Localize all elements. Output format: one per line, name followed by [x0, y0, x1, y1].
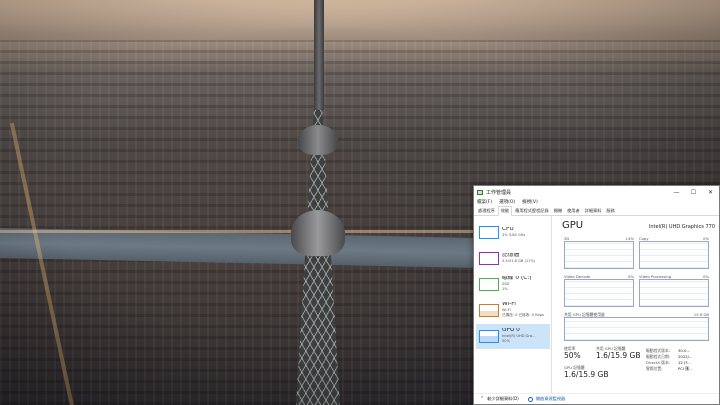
menu-view[interactable]: 檢視(V) [522, 199, 538, 205]
directx-version-value: 12 (F... [678, 360, 691, 365]
tab-startup[interactable]: 開機 [552, 207, 564, 215]
menu-bar: 檔案(F) 選項(O) 檢視(V) [474, 198, 719, 206]
tab-app-history[interactable]: 應用程式歷程記錄 [513, 207, 551, 215]
resource-monitor-icon [527, 396, 533, 402]
sidebar-item-detail: 5.5/31.8 GB (17%) [502, 258, 536, 263]
tab-details[interactable]: 詳細資料 [583, 207, 604, 215]
sidebar-item-detail-2: 已傳送: 0 已接收: 0 Kbps [502, 313, 544, 318]
close-button[interactable]: ✕ [702, 186, 719, 198]
title-bar[interactable]: 工作管理員 — ☐ ✕ [474, 186, 719, 198]
engine-video-decode-graph[interactable] [564, 279, 634, 307]
engine-3d-graph[interactable] [564, 241, 634, 269]
chevron-up-icon[interactable]: ⌃ [480, 396, 484, 402]
minimize-button[interactable]: — [668, 186, 685, 198]
gpu-model-name: Intel(R) UHD Graphics 770 [648, 224, 715, 230]
utilization-value: 50% [564, 351, 581, 360]
sidebar-item-detail-2: 1% [502, 287, 508, 292]
task-manager-icon [477, 189, 483, 195]
menu-file[interactable]: 檔案(F) [477, 199, 492, 205]
wifi-thumbnail-graph [479, 304, 499, 317]
sidebar-item-gpu0[interactable]: GPU 0 Intel(R) UHD Gra... 50% [476, 324, 550, 349]
driver-date-value: 2022/... [678, 354, 693, 359]
open-resource-monitor-link[interactable]: 開啟資源監視器 [536, 396, 565, 402]
tab-performance[interactable]: 效能 [497, 206, 513, 216]
shared-memory-value: 1.6/15.9 GB [596, 351, 641, 360]
driver-version-value: 30.0... [678, 348, 691, 353]
menu-options[interactable]: 選項(O) [499, 199, 515, 205]
gpu-thumbnail-graph [479, 330, 499, 343]
engine-video-processing-graph[interactable] [639, 279, 709, 307]
tab-processes[interactable]: 處理程序 [476, 207, 497, 215]
sidebar-item-wifi[interactable]: Wi-Fi Wi-Fi 已傳送: 0 已接收: 0 Kbps [476, 298, 550, 323]
tab-bar: 處理程序 效能 應用程式歷程記錄 開機 使用者 詳細資料 服務 [474, 206, 719, 216]
sidebar-item-cpu[interactable]: CPU 3% 3.84 GHz [476, 220, 550, 245]
physical-location-value: PCI 匯... [678, 366, 693, 371]
gpu-detail-panel: GPU Intel(R) UHD Graphics 770 3D 14% Cop… [558, 216, 718, 394]
window-title: 工作管理員 [486, 189, 512, 196]
footer-bar: ⌃ 較少詳細資料(D) 開啟資源監視器 [474, 393, 719, 404]
sidebar-item-detail: 3% 3.84 GHz [502, 232, 526, 237]
physical-location-key: 實際位置: [646, 366, 663, 371]
resource-sidebar: CPU 3% 3.84 GHz 記憶體 5.5/31.8 GB (17%) 磁碟… [474, 216, 552, 394]
disk-thumbnail-graph [479, 278, 499, 291]
tab-services[interactable]: 服務 [604, 207, 616, 215]
task-manager-window: 工作管理員 — ☐ ✕ 檔案(F) 選項(O) 檢視(V) 處理程序 效能 應用… [473, 185, 720, 405]
fewer-details-link[interactable]: 較少詳細資料(D) [487, 396, 519, 402]
memory-thumbnail-graph [479, 252, 499, 265]
page-title: GPU [562, 220, 584, 231]
shared-memory-graph[interactable] [564, 317, 709, 341]
sidebar-item-memory[interactable]: 記憶體 5.5/31.8 GB (17%) [476, 246, 550, 271]
sidebar-item-detail-2: 50% [502, 339, 510, 344]
sidebar-item-disk[interactable]: 磁碟 0 (C:) SSD 1% [476, 272, 550, 297]
performance-content: CPU 3% 3.84 GHz 記憶體 5.5/31.8 GB (17%) 磁碟… [474, 216, 719, 394]
engine-copy-graph[interactable] [639, 241, 709, 269]
gpu-memory-value: 1.6/15.9 GB [564, 370, 609, 379]
maximize-button[interactable]: ☐ [685, 186, 702, 198]
tab-users[interactable]: 使用者 [565, 207, 582, 215]
cpu-thumbnail-graph [479, 226, 499, 239]
